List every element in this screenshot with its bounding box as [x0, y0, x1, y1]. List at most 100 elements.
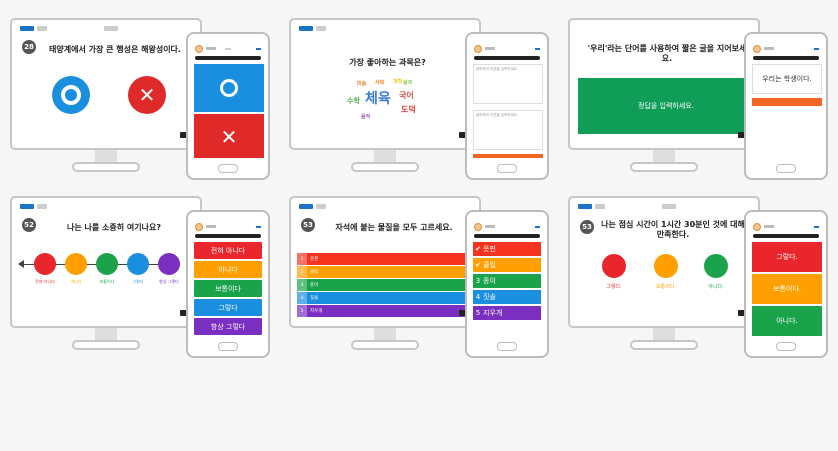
option-button[interactable]: 전혀 아니다 — [194, 242, 262, 259]
phone: ✔ 옷핀 ✔ 클립 3 종이 4 짓솔 5 지우개 — [465, 210, 549, 358]
word: 도덕 — [401, 105, 416, 114]
option-button[interactable]: 5 지우개 — [473, 306, 541, 320]
choice-button[interactable]: 아니다. — [752, 306, 822, 336]
word: 과학 — [393, 79, 403, 85]
option-row[interactable]: 5 지우개 — [297, 305, 477, 317]
submit-button[interactable] — [473, 154, 543, 158]
progress-bar — [753, 234, 819, 238]
question-text: 태양계에서 가장 큰 행성은 해왕성이다. — [49, 45, 181, 54]
option-button[interactable]: ✔ 옷핀 — [473, 242, 541, 256]
card-ox-quiz: 28 태양계에서 가장 큰 행성은 해왕성이다. ✕ ✕ — [10, 18, 270, 208]
choice-label: 보통이다. — [656, 284, 676, 290]
scale-option-3[interactable] — [96, 253, 118, 275]
home-button[interactable] — [776, 164, 796, 173]
answer-input[interactable]: 우리는 학생이다. — [752, 64, 822, 94]
question-text: '우리'라는 단어를 사용하여 짧은 글을 지어보세요. — [587, 44, 747, 63]
x-answer-button[interactable]: ✕ — [128, 76, 166, 114]
scale-option-4[interactable] — [127, 253, 149, 275]
word: 체육 — [365, 91, 391, 107]
phone: 우리는 학생이다. — [744, 32, 828, 180]
scale-option-1[interactable] — [34, 253, 56, 275]
scale-label: 그렇다 — [132, 279, 144, 284]
submit-button[interactable] — [752, 98, 822, 106]
question-number: 52 — [22, 218, 36, 232]
word: 미술 — [357, 81, 367, 87]
question-text: 나는 점심 시간이 1시간 30분인 것에 대해 만족한다. — [601, 220, 745, 239]
home-button[interactable] — [218, 342, 238, 351]
choice-button[interactable]: 보통이다. — [752, 274, 822, 304]
word: 사회 — [375, 80, 385, 86]
check-icon: ✔ — [475, 245, 481, 253]
opinion-input-1[interactable]: 클릭하여 의견을 입력하세요. — [473, 64, 543, 104]
question-number: 28 — [22, 40, 36, 54]
word: 음악 — [361, 114, 371, 120]
avatar — [753, 44, 761, 53]
option-row[interactable]: 3 종이 — [297, 279, 477, 291]
question-number: 53 — [301, 218, 315, 232]
avatar — [474, 44, 482, 53]
phone: ✕ — [186, 32, 270, 180]
option-row[interactable]: 2 클립 — [297, 266, 477, 278]
option-button[interactable]: 4 짓솔 — [473, 290, 541, 304]
avatar — [474, 222, 482, 231]
scale-label: 아니다 — [70, 279, 82, 284]
option-button[interactable]: 3 종이 — [473, 274, 541, 288]
question-text: 자석에 붙는 물질을 모두 고르세요. — [335, 223, 453, 232]
phone: 클릭하여 의견을 입력하세요. 클릭하여 의견을 입력하세요. — [465, 32, 549, 180]
scale-label: 항상 그렇다 — [159, 279, 179, 284]
phone-o-button[interactable] — [194, 64, 264, 112]
choice-button-1[interactable] — [602, 254, 626, 278]
card-word-cloud: 가장 좋아하는 과목은? 체육 국어 수학 사회 과학 미술 음악 도덕 실과 … — [289, 18, 549, 208]
option-button[interactable]: 아니다 — [194, 261, 262, 278]
scale-option-2[interactable] — [65, 253, 87, 275]
progress-bar — [195, 56, 261, 60]
home-button[interactable] — [497, 342, 517, 351]
card-likert-scale: 52 나는 나를 소중히 여기나요? 전혀 아니다 아니다 보통이다 그렇다 항… — [10, 196, 270, 386]
home-button[interactable] — [218, 164, 238, 173]
avatar — [753, 222, 761, 231]
option-button[interactable]: ✔ 클립 — [473, 258, 541, 272]
option-button[interactable]: 보통이다 — [194, 280, 262, 297]
progress-bar — [195, 234, 261, 238]
question-text: 나는 나를 소중히 여기나요? — [67, 223, 161, 232]
card-short-answer: '우리'라는 단어를 사용하여 짧은 글을 지어보세요. 정답을 입력하세요. … — [568, 18, 828, 208]
phone-x-button[interactable]: ✕ — [194, 114, 264, 158]
monitor: 53 나는 점심 시간이 1시간 30분인 것에 대해 만족한다. 그렇다. 보… — [568, 196, 760, 328]
option-row[interactable]: 4 짓솔 — [297, 292, 477, 304]
progress-bar — [474, 234, 540, 238]
monitor: 28 태양계에서 가장 큰 행성은 해왕성이다. ✕ — [10, 18, 202, 150]
question-number: 53 — [580, 220, 594, 234]
home-button[interactable] — [776, 342, 796, 351]
card-three-choice: 53 나는 점심 시간이 1시간 30분인 것에 대해 만족한다. 그렇다. 보… — [568, 196, 828, 386]
monitor: 가장 좋아하는 과목은? 체육 국어 수학 사회 과학 미술 음악 도덕 실과 — [289, 18, 481, 150]
scale-label: 보통이다 — [99, 279, 115, 284]
option-button[interactable]: 항상 그렇다 — [194, 318, 262, 335]
avatar — [195, 222, 203, 231]
word: 국어 — [399, 91, 414, 100]
monitor: 53 자석에 붙는 물질을 모두 고르세요. 1 옷핀 2 클립 3 종이 4 짓솔 5… — [289, 196, 481, 328]
option-button[interactable]: 그렇다 — [194, 299, 262, 316]
avatar — [195, 44, 203, 53]
card-multi-select: 53 자석에 붙는 물질을 모두 고르세요. 1 옷핀 2 클립 3 종이 4 짓솔 5… — [289, 196, 549, 386]
choice-button-3[interactable] — [704, 254, 728, 278]
word: 실과 — [403, 80, 413, 86]
option-row[interactable]: 1 옷핀 — [297, 253, 477, 265]
arrow-left-icon — [18, 260, 24, 268]
phone: 그렇다. 보통이다. 아니다. — [744, 210, 828, 358]
phone: 전혀 아니다 아니다 보통이다 그렇다 항상 그렇다 — [186, 210, 270, 358]
scale-label: 전혀 아니다 — [35, 279, 55, 284]
answer-area[interactable]: 정답을 입력하세요. — [578, 78, 754, 134]
monitor: 52 나는 나를 소중히 여기나요? 전혀 아니다 아니다 보통이다 그렇다 항… — [10, 196, 202, 328]
question-text: 가장 좋아하는 과목은? — [349, 58, 426, 67]
word: 수학 — [347, 97, 360, 105]
choice-button[interactable]: 그렇다. — [752, 242, 822, 272]
scale-option-5[interactable] — [158, 253, 180, 275]
progress-bar — [753, 56, 819, 60]
monitor: '우리'라는 단어를 사용하여 짧은 글을 지어보세요. 정답을 입력하세요. — [568, 18, 760, 150]
opinion-input-2[interactable]: 클릭하여 의견을 입력하세요. — [473, 110, 543, 150]
home-button[interactable] — [497, 164, 517, 173]
choice-label: 아니다. — [708, 284, 724, 290]
choice-button-2[interactable] — [654, 254, 678, 278]
o-answer-button[interactable] — [52, 76, 90, 114]
progress-bar — [474, 56, 540, 60]
